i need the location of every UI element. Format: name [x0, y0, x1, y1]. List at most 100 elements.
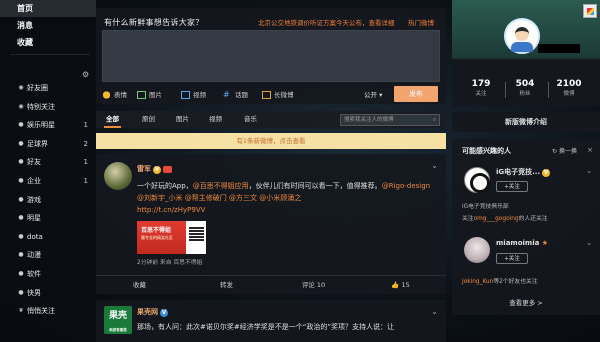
image-title: 百思不得姐	[141, 227, 172, 234]
feed-search-input[interactable]: 搜索我关注人的微博 ⌕	[340, 114, 440, 126]
stat-label: 关注	[475, 91, 487, 97]
bullet-icon: ●	[18, 232, 24, 240]
bullet-icon: ●	[18, 121, 24, 129]
post-author-name[interactable]: 果壳网	[137, 308, 158, 316]
tool-longpost[interactable]: 长微博	[262, 89, 294, 99]
repost-button[interactable]: 转发	[183, 276, 270, 295]
nav-group-item[interactable]: ● 明星	[0, 210, 96, 226]
mention-link[interactable]: @小米顾涌之	[259, 194, 301, 202]
nav-group-item[interactable]: ❦ 悄悄关注	[0, 303, 96, 319]
tool-image[interactable]: 图片	[137, 89, 162, 99]
refresh-icon: ↻	[552, 148, 558, 155]
nav-group-label: 企业	[27, 177, 41, 185]
nav-favorites[interactable]: 收藏	[0, 34, 96, 51]
post-url-link[interactable]: http://t.cn/zHyP9VV	[137, 206, 205, 214]
bullet-icon: ●	[18, 139, 24, 147]
post-text-part: 一个好玩的App，	[137, 182, 193, 190]
hot-weibo-link[interactable]: 热门微博	[408, 17, 434, 27]
bullet-icon: ●	[18, 251, 24, 259]
nav-home[interactable]: 首页	[0, 0, 96, 17]
tab-videos[interactable]: 视频	[209, 111, 222, 128]
rec-user-name[interactable]: miamoimia ★	[496, 239, 548, 247]
nav-group-item[interactable]: ● 软件	[0, 266, 96, 282]
visibility-select[interactable]: 公开 ▾	[364, 89, 382, 99]
mention-link[interactable]: @百思不得姐应用	[193, 182, 249, 190]
emoji-icon	[102, 91, 111, 99]
nav-messages[interactable]: 消息	[0, 17, 96, 34]
image-subtitle: 最专业的搞笑社区	[141, 235, 173, 240]
mention-link[interactable]: @Rigo-design	[382, 182, 430, 190]
rec-user-name[interactable]: iG电子竞技... V	[496, 167, 551, 177]
mention-link[interactable]: @帮主修破门	[185, 194, 227, 202]
submit-button[interactable]: 发布	[394, 86, 438, 102]
like-button[interactable]: 👍 15	[357, 276, 444, 295]
profile-card: 179 关注 504 粉丝 2100 微博	[452, 0, 600, 106]
favorite-button[interactable]: 收藏	[96, 276, 183, 295]
chevron-down-icon[interactable]: ⌄	[431, 307, 438, 316]
nav-group-label: 好友圈	[27, 84, 48, 92]
mention-link[interactable]: @方三文	[229, 194, 257, 202]
follow-button[interactable]: +关注	[496, 253, 528, 264]
follow-button[interactable]: +关注	[496, 181, 528, 192]
avatar[interactable]: 果壳 科技有意思	[104, 306, 132, 334]
new-posts-bar[interactable]: 有1条新微博，点击查看	[96, 133, 446, 149]
change-button[interactable]: ↻ 换一换	[552, 146, 577, 155]
tool-longpost-label: 长微博	[274, 91, 294, 99]
nav-group-label: 悄悄关注	[27, 307, 55, 316]
nav-group-label: 娱乐明星	[27, 121, 55, 130]
nav-group-item[interactable]: ● 游戏	[0, 192, 96, 208]
avatar[interactable]	[504, 18, 540, 54]
post-text: 一个好玩的App，@百思不得姐应用，伙伴儿们有时间可以看一下，值得推荐。@Rig…	[137, 180, 437, 216]
nav-group-item[interactable]: ● 企业 1	[0, 173, 96, 189]
nav-group-label: 游戏	[27, 195, 41, 204]
nav-group-item[interactable]: ● dota	[0, 229, 96, 245]
nav-group-item[interactable]: ◉ 好友圈	[0, 80, 96, 96]
tool-emoji[interactable]: 表情	[102, 89, 127, 99]
nav-group-item[interactable]: ● 娱乐明星 1	[0, 117, 96, 133]
left-nav: 首页 消息 收藏 ⚙ ◉ 好友圈 ◉ 特别关注 ● 娱乐明星 1 ● 足球界 2 ● 好友 1 ● 企业 1 ●…	[0, 0, 96, 342]
chevron-down-icon[interactable]: ⌄	[586, 239, 592, 247]
post-actions: 收藏 转发 评论 10 👍 15	[96, 275, 446, 294]
tab-all[interactable]: 全部	[104, 111, 121, 128]
reason-user-link[interactable]: Joking_Kun	[462, 279, 493, 285]
tab-images[interactable]: 图片	[176, 111, 189, 128]
thumbs-up-icon: 👍	[391, 281, 400, 289]
avatar[interactable]	[104, 162, 132, 190]
avatar[interactable]	[464, 237, 490, 263]
bullet-icon: ❦	[18, 307, 24, 315]
hot-topic-link[interactable]: 北京公交地铁调价听证方案今天公布，查看详细	[258, 17, 395, 27]
chevron-down-icon[interactable]: ⌄	[586, 167, 592, 175]
verified-icon: V	[542, 169, 551, 177]
chevron-down-icon[interactable]: ⌄	[431, 161, 438, 170]
post-author[interactable]: 雷军 V	[137, 164, 172, 174]
mention-link[interactable]: @刘新宇_小米	[137, 194, 183, 202]
new-version-guide[interactable]: 新版微博介绍	[452, 112, 600, 132]
comment-button[interactable]: 评论 10	[270, 276, 357, 295]
stat-posts[interactable]: 2100 微博	[549, 79, 589, 97]
post-author[interactable]: 果壳网 V	[137, 307, 168, 317]
compose-textarea[interactable]	[102, 30, 440, 82]
reason-user-link[interactable]: omg___gogoing	[474, 216, 519, 222]
tool-video[interactable]: 视频	[181, 89, 206, 99]
close-icon[interactable]: ×	[587, 146, 593, 154]
post-author-name[interactable]: 雷军	[137, 165, 151, 173]
avatar[interactable]	[464, 167, 490, 193]
tab-original[interactable]: 原创	[142, 111, 155, 128]
nav-group-item[interactable]: ● 快男	[0, 285, 96, 301]
rec-user-name-text[interactable]: miamoimia	[496, 239, 539, 247]
search-icon[interactable]: ⌕	[433, 115, 436, 125]
post-image[interactable]: 百思不得姐 最专业的搞笑社区	[137, 221, 206, 254]
nav-group-item[interactable]: ● 好友 1	[0, 154, 96, 170]
nav-group-item[interactable]: ◉ 特别关注	[0, 99, 96, 115]
nav-group-item[interactable]: ● 足球界 2	[0, 136, 96, 152]
stat-following[interactable]: 179 关注	[461, 79, 501, 97]
stat-followers[interactable]: 504 粉丝	[505, 79, 545, 97]
recommend-title: 可能感兴趣的人	[462, 147, 511, 155]
gear-icon[interactable]: ⚙	[82, 70, 89, 79]
see-more-link[interactable]: 查看更多 >	[452, 297, 600, 307]
app-logo-icon[interactable]	[583, 4, 597, 18]
rec-user-name-text[interactable]: iG电子竞技...	[496, 168, 540, 176]
nav-group-item[interactable]: ● 动漫	[0, 247, 96, 263]
tab-music[interactable]: 音乐	[244, 111, 257, 128]
tool-topic[interactable]: # 话题	[223, 89, 248, 100]
